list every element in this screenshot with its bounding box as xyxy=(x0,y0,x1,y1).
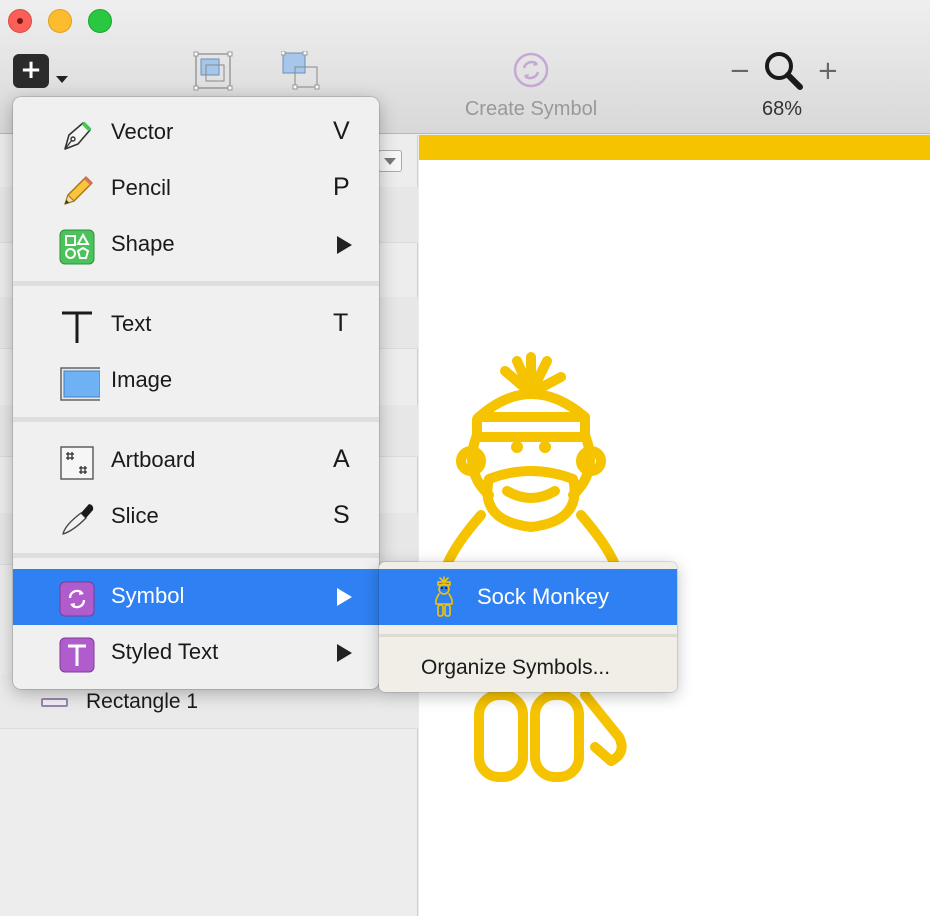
menu-item-shortcut: V xyxy=(333,117,350,145)
menu-item-shortcut: P xyxy=(333,173,350,201)
menu-item-slice[interactable]: Slice S xyxy=(13,489,379,545)
menu-item-vector[interactable]: Vector V xyxy=(13,105,379,161)
submenu-item-label: Organize Symbols... xyxy=(421,656,611,679)
menu-item-shortcut: T xyxy=(333,309,349,337)
menu-item-shortcut: A xyxy=(333,445,350,473)
submenu-arrow-icon xyxy=(337,644,352,662)
knife-icon xyxy=(62,504,94,535)
menu-separator xyxy=(379,634,677,637)
menu-item-shortcut: S xyxy=(333,501,350,529)
menu-item-pencil[interactable]: Pencil P xyxy=(13,161,379,217)
close-window-button[interactable] xyxy=(8,9,32,33)
menu-item-image[interactable]: Image xyxy=(13,353,379,409)
rectangle-icon xyxy=(41,698,68,707)
zoom-out-button[interactable]: − xyxy=(729,56,751,86)
layer-label: Rectangle 1 xyxy=(86,690,199,713)
zoom-window-button[interactable] xyxy=(88,9,112,33)
page-dropdown[interactable] xyxy=(378,150,402,172)
submenu-arrow-icon xyxy=(337,236,352,254)
create-symbol-icon[interactable] xyxy=(513,52,549,88)
sock-monkey-icon xyxy=(435,576,453,617)
menu-item-label: Symbol xyxy=(111,583,185,608)
shape-icon xyxy=(59,229,95,265)
symbol-submenu: Sock Monkey Organize Symbols... xyxy=(379,562,677,692)
zoom-in-button[interactable]: + xyxy=(817,56,839,86)
zoom-level: 68% xyxy=(761,98,803,120)
menu-separator xyxy=(13,417,379,422)
menu-item-symbol[interactable]: Symbol xyxy=(13,569,379,625)
menu-item-artboard[interactable]: Artboard A xyxy=(13,433,379,489)
menu-item-shape[interactable]: Shape xyxy=(13,217,379,273)
menu-item-text[interactable]: Text T xyxy=(13,297,379,353)
menu-separator xyxy=(13,281,379,286)
menu-item-label: Pencil xyxy=(111,175,171,200)
sock-monkey-artwork[interactable] xyxy=(419,135,930,916)
menu-item-label: Text xyxy=(111,311,152,336)
image-icon xyxy=(60,367,100,401)
styled-text-icon xyxy=(59,637,95,673)
symbol-icon xyxy=(59,581,95,617)
menu-item-label: Artboard xyxy=(111,447,196,472)
submenu-item-sock-monkey[interactable]: Sock Monkey xyxy=(379,569,677,625)
text-icon xyxy=(62,311,92,343)
minimize-window-button[interactable] xyxy=(48,9,72,33)
menu-item-styled-text[interactable]: Styled Text xyxy=(13,625,379,681)
menu-item-label: Styled Text xyxy=(111,639,219,664)
submenu-item-organize-symbols[interactable]: Organize Symbols... xyxy=(379,642,677,690)
zoom-icon[interactable] xyxy=(763,50,803,90)
menu-item-label: Shape xyxy=(111,231,175,256)
ungroup-icon[interactable] xyxy=(281,51,321,91)
submenu-arrow-icon xyxy=(337,588,352,606)
pen-icon xyxy=(64,121,92,150)
group-icon[interactable] xyxy=(193,51,233,91)
create-symbol-label: Create Symbol xyxy=(464,98,598,120)
insert-menu: Vector V Pencil P Shape Text T Image Art… xyxy=(13,97,379,689)
menu-item-label: Image xyxy=(111,367,173,392)
canvas[interactable] xyxy=(419,135,930,916)
insert-caret-icon[interactable] xyxy=(56,76,68,83)
artboard-icon xyxy=(60,446,94,480)
pencil-icon xyxy=(64,176,93,205)
insert-button[interactable]: + xyxy=(13,54,49,88)
submenu-item-label: Sock Monkey xyxy=(477,584,610,609)
menu-separator xyxy=(13,553,379,558)
menu-item-label: Slice xyxy=(111,503,159,528)
menu-item-label: Vector xyxy=(111,119,174,144)
